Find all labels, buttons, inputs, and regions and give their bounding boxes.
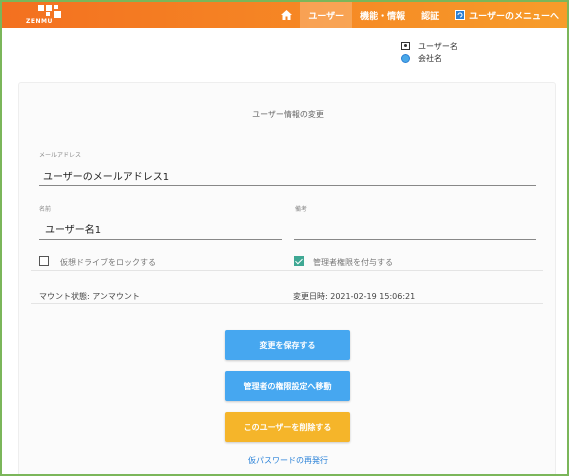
divider bbox=[31, 303, 543, 304]
logo-square bbox=[38, 5, 44, 11]
nav-user-menu[interactable]: ユーザーのメニューへ bbox=[447, 2, 567, 28]
logo-square bbox=[54, 5, 58, 9]
user-edit-form: ユーザー情報の変更 メールアドレス ユーザーのメールアドレス1 名前 ユーザー名… bbox=[18, 82, 557, 474]
note-underline bbox=[294, 239, 536, 240]
admin-settings-button[interactable]: 管理者の権限設定へ移動 bbox=[225, 371, 350, 401]
form-title: ユーザー情報の変更 bbox=[252, 110, 324, 119]
note-label: 備考 bbox=[295, 206, 308, 213]
admin-checkbox[interactable] bbox=[294, 256, 304, 266]
user-menu-icon bbox=[455, 10, 466, 20]
home-icon bbox=[281, 10, 293, 20]
lock-drive-checkbox[interactable] bbox=[39, 256, 49, 266]
nav-features[interactable]: 機能・情報 bbox=[352, 2, 413, 28]
current-user-info: ユーザー名 会社名 bbox=[401, 40, 458, 64]
name-underline bbox=[39, 239, 282, 240]
zenmu-logo[interactable]: ZENMU bbox=[26, 5, 66, 25]
main-nav: ユーザー 機能・情報 認証 ユーザーのメニューへ bbox=[273, 2, 567, 28]
admin-label: 管理者権限を付与する bbox=[313, 258, 393, 267]
mount-status: マウント状態: アンマウント bbox=[39, 292, 140, 301]
modified-at: 変更日時: 2021-02-19 15:06:21 bbox=[293, 292, 416, 301]
user-icon bbox=[401, 42, 410, 50]
divider bbox=[31, 270, 543, 271]
logo-square bbox=[46, 12, 50, 16]
name-label: 名前 bbox=[39, 206, 52, 213]
save-button[interactable]: 変更を保存する bbox=[225, 330, 350, 360]
company-text: 会社名 bbox=[418, 53, 442, 63]
email-label: メールアドレス bbox=[39, 152, 82, 159]
home-nav-link[interactable] bbox=[273, 2, 300, 28]
delete-user-button[interactable]: このユーザーを削除する bbox=[225, 412, 350, 442]
reissue-password-link[interactable]: 仮パスワードの再発行 bbox=[19, 455, 557, 466]
top-navbar: ZENMU ユーザー 機能・情報 認証 ユーザーのメニューへ bbox=[2, 2, 567, 28]
company-icon bbox=[401, 53, 410, 63]
email-underline bbox=[39, 185, 536, 186]
nav-users[interactable]: ユーザー bbox=[300, 2, 353, 28]
name-field[interactable]: ユーザー名1 bbox=[45, 221, 101, 236]
username-text: ユーザー名 bbox=[418, 41, 458, 51]
lock-drive-label: 仮想ドライブをロックする bbox=[60, 258, 156, 267]
logo-square bbox=[54, 11, 61, 18]
nav-auth[interactable]: 認証 bbox=[413, 2, 447, 28]
email-field[interactable]: ユーザーのメールアドレス1 bbox=[43, 168, 169, 183]
app-window: ZENMU ユーザー 機能・情報 認証 ユーザーのメニューへ ユーザー名 会社名… bbox=[0, 0, 569, 476]
logo-text: ZENMU bbox=[26, 18, 53, 25]
nav-user-menu-label: ユーザーのメニューへ bbox=[469, 11, 559, 22]
logo-square bbox=[46, 5, 52, 11]
